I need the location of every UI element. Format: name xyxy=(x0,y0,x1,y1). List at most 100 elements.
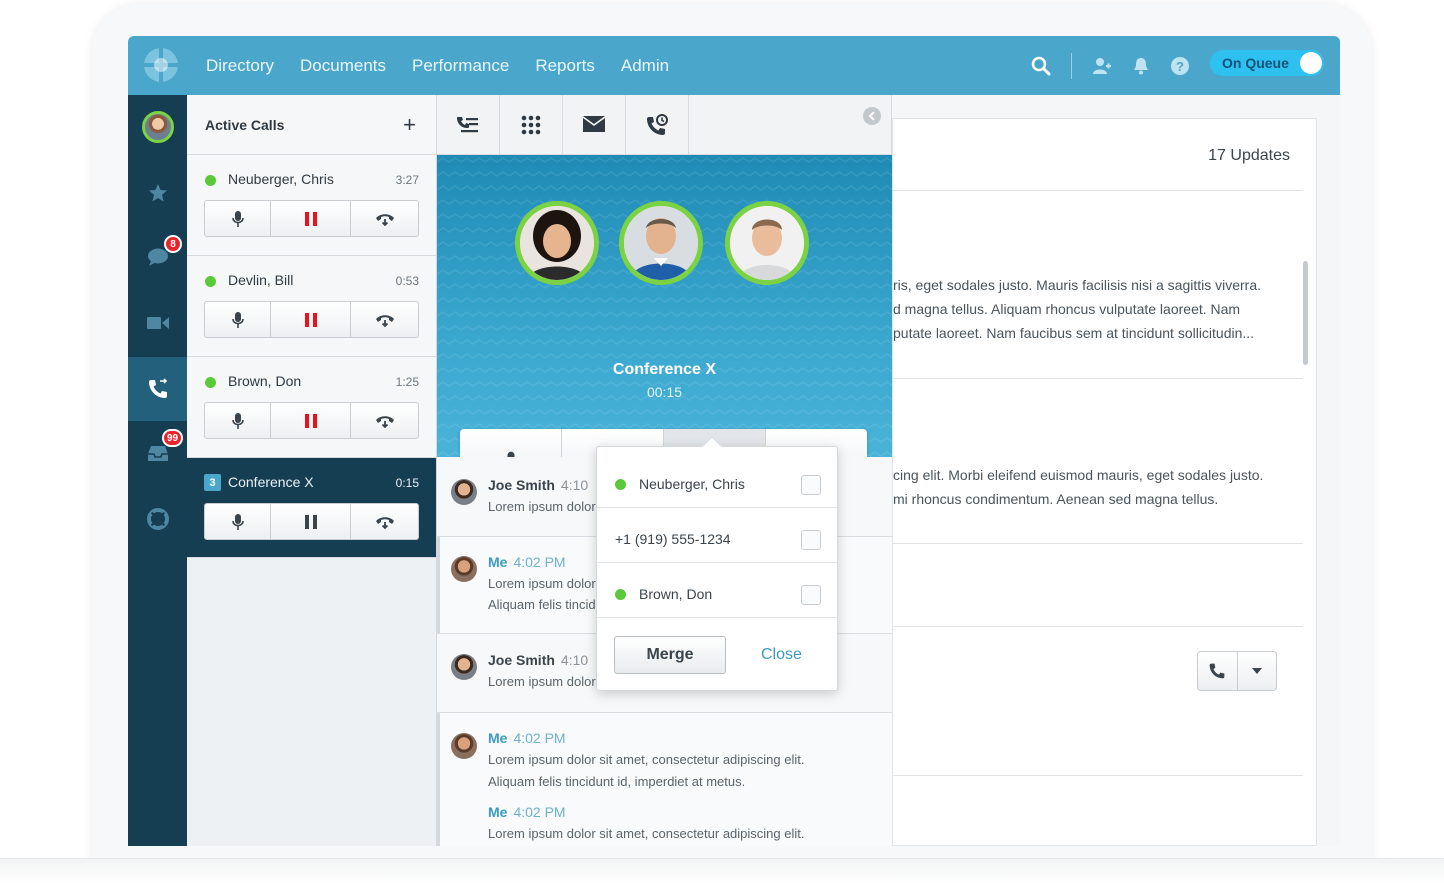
phone-icon xyxy=(1209,663,1225,679)
update-text: cing elit. Morbi eleifend euismod mauris… xyxy=(893,467,1264,483)
call-item[interactable]: Brown, Don 1:25 xyxy=(187,357,436,458)
call-name: Brown, Don xyxy=(228,373,302,389)
merge-option[interactable]: Brown, Don xyxy=(597,563,837,618)
avatar xyxy=(141,111,174,143)
hangup-icon xyxy=(375,415,394,428)
nav-directory[interactable]: Directory xyxy=(206,56,274,76)
merge-option[interactable]: +1 (919) 555-1234 xyxy=(597,508,837,563)
merge-checkbox[interactable] xyxy=(801,530,821,550)
call-item[interactable]: Devlin, Bill 0:53 xyxy=(187,256,436,357)
merge-option-label: Neuberger, Chris xyxy=(639,476,745,492)
merge-button[interactable]: Merge xyxy=(614,636,726,674)
logo-icon[interactable] xyxy=(142,46,180,84)
hangup-button[interactable] xyxy=(351,504,418,539)
call-item[interactable]: Neuberger, Chris 3:27 xyxy=(187,155,436,256)
device-base xyxy=(0,858,1444,883)
hold-button[interactable] xyxy=(271,302,351,337)
hold-button[interactable] xyxy=(271,504,351,539)
rail-item-calls[interactable] xyxy=(128,357,187,421)
rail-item-avatar[interactable] xyxy=(128,95,187,159)
participant-avatar[interactable] xyxy=(619,201,703,285)
nav-reports[interactable]: Reports xyxy=(535,56,595,76)
nav-performance[interactable]: Performance xyxy=(412,56,509,76)
pause-icon xyxy=(304,211,317,226)
conference-timer: 00:15 xyxy=(646,384,683,400)
nav-documents[interactable]: Documents xyxy=(300,56,386,76)
chevron-left-icon xyxy=(868,111,875,121)
mute-button[interactable] xyxy=(205,504,271,539)
hangup-button[interactable] xyxy=(351,302,418,337)
hold-button[interactable] xyxy=(271,201,351,236)
participant-count: 3 xyxy=(204,474,221,491)
mute-button[interactable] xyxy=(205,403,271,438)
mute-button[interactable] xyxy=(205,302,271,337)
call-controls xyxy=(204,503,419,540)
hangup-button[interactable] xyxy=(351,403,418,438)
on-queue-toggle[interactable]: On Queue xyxy=(1210,50,1324,76)
message-time: 4:10 xyxy=(560,652,589,668)
conference-call-item[interactable]: 3 Conference X 0:15 xyxy=(187,458,436,558)
nav-admin[interactable]: Admin xyxy=(621,56,669,76)
tab-call-history[interactable] xyxy=(626,95,689,155)
call-menu-button[interactable] xyxy=(1238,652,1277,690)
tab-call-list[interactable] xyxy=(437,95,500,155)
search-icon[interactable] xyxy=(1031,56,1051,76)
conference-tabs xyxy=(437,95,891,155)
message-time: 4:02 PM xyxy=(513,730,566,746)
toggle-knob xyxy=(1300,52,1322,74)
author-name: Joe Smith xyxy=(488,652,555,668)
call-dropdown-button[interactable] xyxy=(1197,651,1277,691)
call-button[interactable] xyxy=(1198,652,1238,690)
hangup-icon xyxy=(375,314,394,327)
add-contact-icon[interactable] xyxy=(1092,56,1112,76)
mute-button[interactable] xyxy=(205,201,271,236)
caret-down-icon xyxy=(1251,668,1262,674)
avatar-photo xyxy=(624,206,698,280)
author-name: Me xyxy=(488,730,508,746)
left-rail: 8 99 xyxy=(128,95,187,846)
message-text: Lorem ipsum dolor sit amet, consectetur … xyxy=(488,752,805,767)
scrollbar[interactable] xyxy=(1303,261,1308,365)
add-call-button[interactable]: + xyxy=(403,112,416,138)
presence-dot xyxy=(205,175,216,186)
message-time: 4:02 PM xyxy=(513,554,566,570)
rail-item-video[interactable] xyxy=(128,291,187,355)
hangup-icon xyxy=(375,213,394,226)
merge-option[interactable]: Neuberger, Chris xyxy=(597,453,837,508)
bell-icon[interactable] xyxy=(1132,56,1150,76)
update-text: putate laoreet. Nam faucibus sem at tinc… xyxy=(893,325,1255,341)
help-icon[interactable]: ? xyxy=(1170,56,1190,76)
divider xyxy=(893,543,1303,544)
message[interactable]: Me 4:02 PM Lorem ipsum dolor sit amet, co… xyxy=(437,713,892,846)
participant-avatar[interactable] xyxy=(515,201,599,285)
list-phone-icon xyxy=(457,117,478,133)
hangup-button[interactable] xyxy=(351,201,418,236)
message-text: Lorem ipsum dolor sit amet, consectetur … xyxy=(488,826,805,841)
merge-checkbox[interactable] xyxy=(801,585,821,605)
hold-button[interactable] xyxy=(271,403,351,438)
microphone-icon xyxy=(231,412,244,429)
merge-checkbox[interactable] xyxy=(801,475,821,495)
call-time: 0:53 xyxy=(395,274,419,288)
update-text: mi rhoncus condimentum. Aenean sed magna… xyxy=(893,491,1219,507)
call-controls xyxy=(204,301,419,338)
close-pane-button[interactable] xyxy=(863,107,881,125)
active-calls-title: Active Calls xyxy=(205,116,285,133)
update-text: d magna tellus. Aliquam rhoncus vulputat… xyxy=(893,301,1241,317)
author-name: Joe Smith xyxy=(488,477,555,493)
chat-badge: 8 xyxy=(164,235,182,253)
rail-item-chat[interactable]: 8 xyxy=(128,225,187,289)
rail-item-favorites[interactable] xyxy=(128,161,187,225)
merge-option-label: +1 (919) 555-1234 xyxy=(615,531,731,547)
avatar xyxy=(451,733,477,759)
participant-avatar[interactable] xyxy=(725,201,809,285)
rail-item-support[interactable] xyxy=(128,487,187,551)
tab-dialpad[interactable] xyxy=(500,95,563,155)
call-name: Conference X xyxy=(228,474,314,490)
top-bar: Directory Documents Performance Reports … xyxy=(128,36,1340,95)
tab-voicemail[interactable] xyxy=(563,95,626,155)
close-link[interactable]: Close xyxy=(761,646,802,664)
main-nav: Directory Documents Performance Reports … xyxy=(206,36,669,95)
rail-item-inbox[interactable]: 99 xyxy=(128,421,187,485)
call-controls xyxy=(204,402,419,439)
